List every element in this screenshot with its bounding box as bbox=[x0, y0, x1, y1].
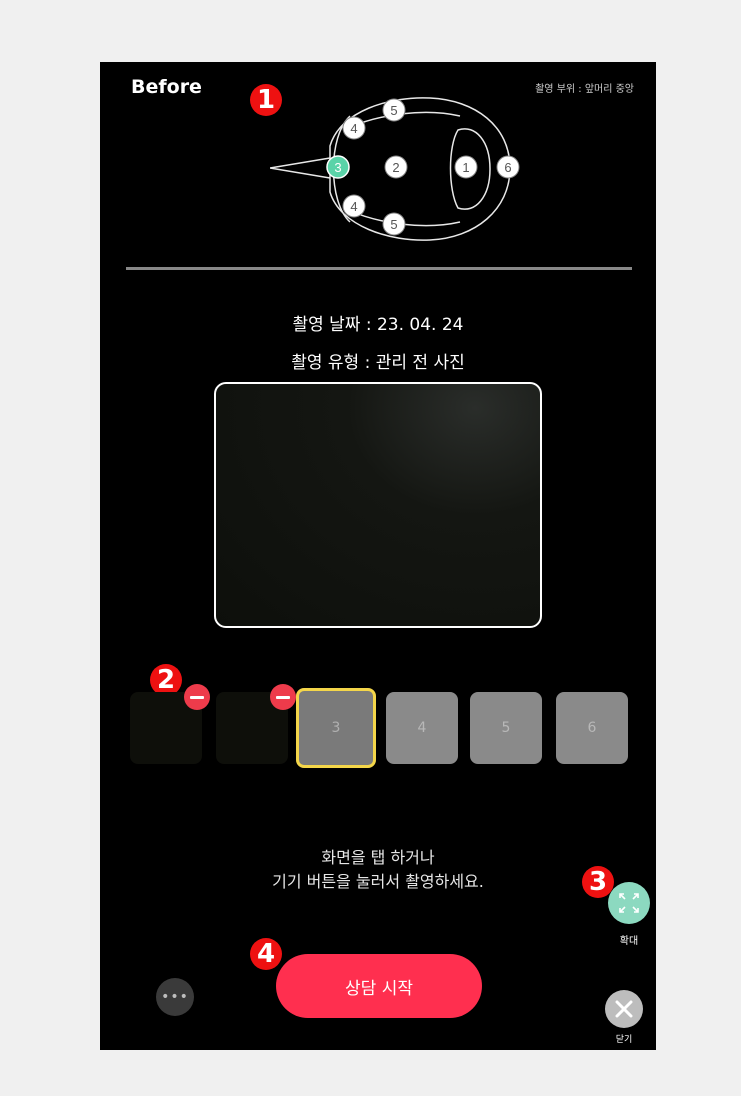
capture-type: 촬영 유형 : 관리 전 사진 bbox=[291, 353, 465, 373]
remove-photo-button[interactable] bbox=[184, 684, 210, 710]
point-label: 4 bbox=[350, 121, 357, 136]
thumbnail-slot-3[interactable]: 3 bbox=[296, 688, 376, 768]
thumbnail-slot-6[interactable]: 6 bbox=[556, 692, 628, 764]
head-point-5-top[interactable]: 5 bbox=[382, 98, 406, 122]
capture-date: 촬영 날짜 : 23. 04. 24 bbox=[292, 315, 464, 335]
head-point-2[interactable]: 2 bbox=[384, 155, 408, 179]
thumbnail-slot-4[interactable]: 4 bbox=[386, 692, 458, 764]
capture-area-label: 촬영 부위 : 앞머리 중앙 bbox=[535, 84, 634, 95]
expand-icon bbox=[619, 893, 639, 913]
thumbnail-slot-5[interactable]: 5 bbox=[470, 692, 542, 764]
point-label: 6 bbox=[504, 160, 511, 175]
head-point-5-bottom[interactable]: 5 bbox=[382, 212, 406, 236]
close-label: 닫기 bbox=[615, 1035, 633, 1045]
instruction-line-2: 기기 버튼을 눌러서 촬영하세요. bbox=[272, 872, 484, 891]
point-label: 1 bbox=[462, 160, 469, 175]
close-button[interactable] bbox=[605, 990, 643, 1028]
callout-marker: 4 bbox=[250, 938, 282, 970]
head-point-1[interactable]: 1 bbox=[454, 155, 478, 179]
head-point-3-selected[interactable]: 3 bbox=[326, 155, 350, 179]
remove-photo-button[interactable] bbox=[270, 684, 296, 710]
minus-icon bbox=[276, 695, 290, 699]
head-point-4-upper[interactable]: 4 bbox=[342, 116, 366, 140]
close-icon bbox=[615, 1000, 633, 1018]
zoom-label: 확대 bbox=[619, 936, 639, 947]
camera-preview[interactable] bbox=[214, 382, 542, 628]
instruction-line-1: 화면을 탭 하거나 bbox=[321, 848, 435, 867]
point-label: 5 bbox=[390, 103, 397, 118]
head-map-diagram: 5 4 3 2 1 6 4 5 bbox=[270, 97, 520, 241]
point-label: 3 bbox=[334, 160, 341, 175]
head-point-6[interactable]: 6 bbox=[496, 155, 520, 179]
minus-icon bbox=[190, 695, 204, 699]
point-label: 4 bbox=[350, 199, 357, 214]
more-options-button[interactable]: ••• bbox=[156, 978, 194, 1016]
head-point-4-lower[interactable]: 4 bbox=[342, 194, 366, 218]
divider bbox=[126, 267, 632, 270]
point-label: 2 bbox=[392, 160, 399, 175]
phone-screen: Before 촬영 부위 : 앞머리 중앙 1 5 4 3 2 1 6 4 5 … bbox=[100, 62, 656, 1050]
page-title: Before bbox=[131, 76, 202, 98]
zoom-button[interactable] bbox=[608, 882, 650, 924]
capture-instruction: 화면을 탭 하거나 기기 버튼을 눌러서 촬영하세요. bbox=[100, 846, 656, 894]
start-consultation-button[interactable]: 상담 시작 bbox=[276, 954, 482, 1018]
point-label: 5 bbox=[390, 217, 397, 232]
